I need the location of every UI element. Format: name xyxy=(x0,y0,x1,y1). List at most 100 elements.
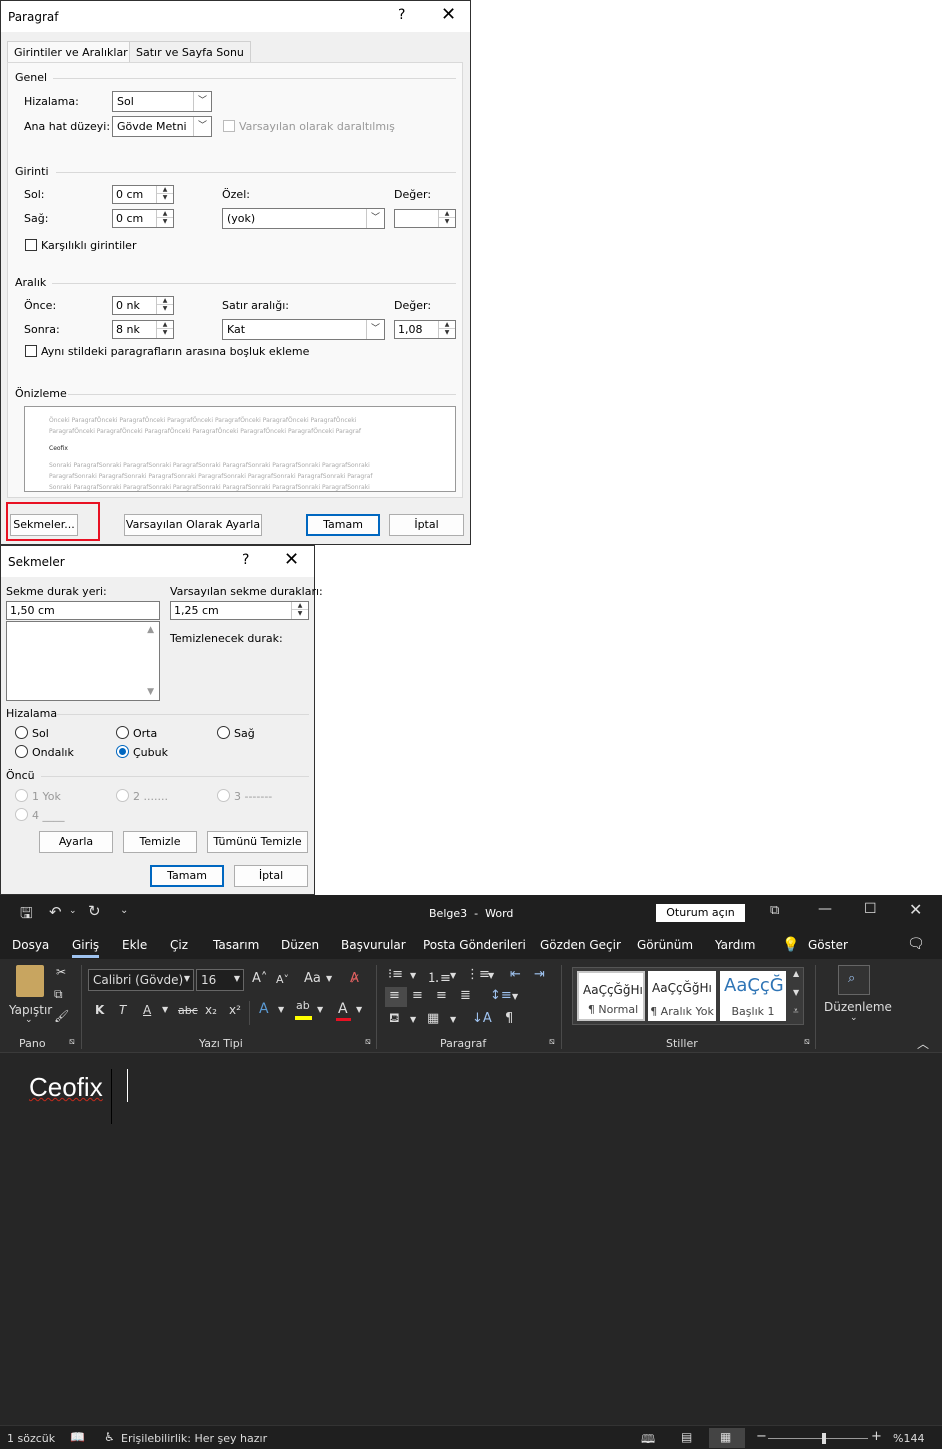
bold-button[interactable]: K xyxy=(95,1003,104,1017)
accessibility-status[interactable]: Erişilebilirlik: Her şey hazır xyxy=(121,1432,267,1445)
ribbon-display-icon[interactable]: ⧉ xyxy=(770,903,779,918)
durak-list[interactable]: ▲ ▼ xyxy=(6,621,160,701)
copy-icon[interactable]: ⧉ xyxy=(54,987,63,1002)
chevron-down-icon[interactable]: ▼ xyxy=(512,992,518,1001)
zoom-out-icon[interactable]: − xyxy=(756,1429,767,1444)
chevron-down-icon[interactable]: ▼ xyxy=(410,971,416,980)
accessibility-icon[interactable]: ♿ xyxy=(104,1430,115,1444)
tamam-button[interactable]: Tamam xyxy=(306,514,380,536)
spinner-arrows[interactable]: ▲ ▼ xyxy=(438,321,455,338)
zoom-slider-track[interactable] xyxy=(768,1438,868,1439)
spinner-arrows[interactable]: ▲ ▼ xyxy=(438,210,455,227)
minimize-icon[interactable]: — xyxy=(818,901,832,917)
radio-oncu-3[interactable] xyxy=(217,789,230,802)
document-canvas[interactable]: Ceofix xyxy=(0,1053,942,1425)
zoom-in-icon[interactable]: + xyxy=(871,1429,882,1444)
dialog-launcher-icon[interactable]: ⧅ xyxy=(365,1037,371,1047)
customize-qat-icon[interactable]: ⌄ xyxy=(120,905,128,916)
align-center-icon[interactable]: ≡ xyxy=(412,988,423,1003)
bullets-icon[interactable]: ⁝≡ xyxy=(388,967,403,982)
numbering-icon[interactable]: ⒈≡ xyxy=(427,967,451,986)
help-button[interactable]: ? xyxy=(398,7,405,23)
tab-duzen[interactable]: Düzen xyxy=(281,938,319,952)
radio-oncu-1[interactable] xyxy=(15,789,28,802)
tab-basvurular[interactable]: Başvurular xyxy=(341,938,406,952)
anahat-select[interactable]: Gövde Metni ﹀ xyxy=(112,116,212,137)
zoom-level[interactable]: %144 xyxy=(893,1432,924,1445)
paste-icon[interactable] xyxy=(16,965,44,997)
text-effects-icon[interactable]: A xyxy=(259,1001,269,1017)
spinner-arrows[interactable]: ▲ ▼ xyxy=(156,297,173,314)
help-button[interactable]: ? xyxy=(242,552,249,568)
radio-sol[interactable] xyxy=(15,726,28,739)
subscript-button[interactable]: x₂ xyxy=(205,1003,217,1017)
tab-dosya[interactable]: Dosya xyxy=(12,938,49,952)
redo-icon[interactable]: ↻ xyxy=(88,902,101,920)
cut-icon[interactable]: ✂ xyxy=(56,965,66,979)
tab-gozden-gecir[interactable]: Gözden Geçir xyxy=(540,938,621,952)
style-normal[interactable]: AaÇçĞğHı ¶ Normal xyxy=(577,971,645,1021)
style-baslik-1[interactable]: AaÇçĞ Başlık 1 xyxy=(720,971,786,1021)
ozel-select[interactable]: (yok) ﹀ xyxy=(222,208,385,229)
radio-oncu-2[interactable] xyxy=(116,789,129,802)
once-spinner[interactable]: 0 nk ▲ ▼ xyxy=(112,296,174,315)
chevron-down-icon[interactable]: ▼ xyxy=(410,1015,416,1024)
borders-icon[interactable]: ▦ xyxy=(427,1011,439,1026)
iptal-button[interactable]: İptal xyxy=(234,865,308,887)
print-layout-icon[interactable]: ▤ xyxy=(681,1430,692,1444)
dialog-launcher-icon[interactable]: ⧅ xyxy=(549,1037,555,1047)
chevron-down-icon[interactable]: ▼ xyxy=(317,1005,323,1014)
close-icon[interactable]: ✕ xyxy=(284,549,299,570)
justify-icon[interactable]: ≣ xyxy=(460,988,471,1003)
radio-sag[interactable] xyxy=(217,726,230,739)
font-size-select[interactable]: 16 ▼ xyxy=(196,969,244,991)
sonra-spinner[interactable]: 8 nk ▲ ▼ xyxy=(112,320,174,339)
read-mode-icon[interactable]: 🕮 xyxy=(641,1430,655,1451)
search-icon[interactable]: ⌕ xyxy=(838,965,870,995)
radio-cubuk[interactable] xyxy=(116,745,129,758)
tab-satir-sayfa[interactable]: Satır ve Sayfa Sonu xyxy=(129,41,251,63)
tab-giris[interactable]: Giriş xyxy=(72,938,100,958)
format-painter-icon[interactable]: 🖌 xyxy=(54,1009,69,1023)
maximize-icon[interactable]: ☐ xyxy=(864,901,877,917)
styles-more-icon[interactable]: ⩡ xyxy=(793,1006,799,1017)
align-right-icon[interactable]: ≡ xyxy=(436,988,447,1003)
dialog-launcher-icon[interactable]: ⧅ xyxy=(804,1037,810,1047)
radio-oncu-4[interactable] xyxy=(15,808,28,821)
hizalama-select[interactable]: Sol ﹀ xyxy=(112,91,212,112)
chevron-down-icon[interactable]: ⌄ xyxy=(850,1013,858,1023)
varsayilan-button[interactable]: Varsayılan Olarak Ayarla xyxy=(124,514,262,536)
decrease-indent-icon[interactable]: ⇤ xyxy=(510,967,521,982)
superscript-button[interactable]: x² xyxy=(229,1003,241,1017)
shrink-font-icon[interactable]: A˅ xyxy=(276,973,289,986)
aralik-deger-spinner[interactable]: 1,08 ▲ ▼ xyxy=(394,320,456,339)
close-icon[interactable]: ✕ xyxy=(441,4,456,25)
increase-indent-icon[interactable]: ⇥ xyxy=(534,967,545,982)
dialog-launcher-icon[interactable]: ⧅ xyxy=(69,1037,75,1047)
styles-scroll-up-icon[interactable]: ▲ xyxy=(793,969,799,978)
girinti-deger-spinner[interactable]: ▲ ▼ xyxy=(394,209,456,228)
radio-ondalik[interactable] xyxy=(15,745,28,758)
styles-scroll-down-icon[interactable]: ▼ xyxy=(793,988,799,997)
chevron-down-icon[interactable]: ▼ xyxy=(326,974,332,983)
italic-button[interactable]: T xyxy=(119,1003,126,1017)
sort-icon[interactable]: ↓A xyxy=(472,1011,492,1026)
temizle-button[interactable]: Temizle xyxy=(123,831,197,853)
shading-icon[interactable]: ⛾ xyxy=(389,1011,400,1028)
ayni-stil-checkbox[interactable] xyxy=(25,345,37,357)
close-icon[interactable]: ✕ xyxy=(909,900,922,919)
satir-select[interactable]: Kat ﹀ xyxy=(222,319,385,340)
iptal-button[interactable]: İptal xyxy=(389,514,464,536)
chevron-down-icon[interactable]: ▼ xyxy=(488,971,494,980)
tab-yardim[interactable]: Yardım xyxy=(715,938,755,952)
strikethrough-button[interactable]: abc xyxy=(178,1004,198,1017)
spinner-arrows[interactable]: ▲ ▼ xyxy=(156,186,173,203)
multilevel-list-icon[interactable]: ⋮≡ xyxy=(466,967,490,982)
spinner-arrows[interactable]: ▲ ▼ xyxy=(156,210,173,227)
tamam-button[interactable]: Tamam xyxy=(150,865,224,887)
tumunu-temizle-button[interactable]: Tümünü Temizle xyxy=(207,831,308,853)
ayarla-button[interactable]: Ayarla xyxy=(39,831,113,853)
chevron-down-icon[interactable]: ▼ xyxy=(450,1015,456,1024)
radio-orta[interactable] xyxy=(116,726,129,739)
sol-spinner[interactable]: 0 cm ▲ ▼ xyxy=(112,185,174,204)
